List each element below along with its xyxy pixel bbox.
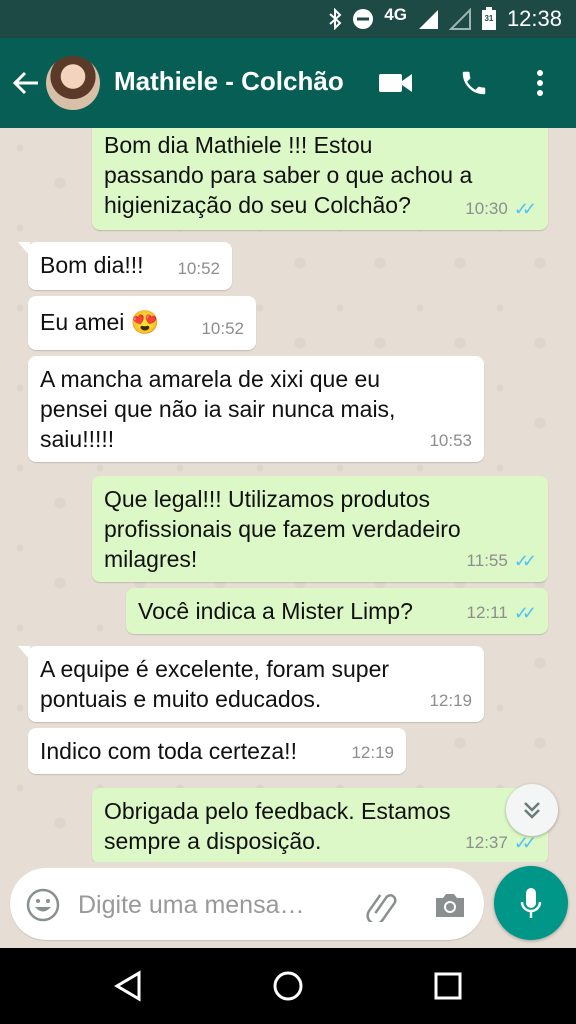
message-time: 12:19	[351, 743, 394, 762]
double-check-icon: ✓✓	[513, 199, 537, 219]
message-time: 10:30	[465, 199, 508, 218]
more-vert-icon	[537, 70, 543, 96]
nav-back-icon	[114, 970, 141, 1002]
status-icons: 4G 31 12:38	[328, 0, 562, 38]
message-bubble-outgoing[interactable]: Obrigada pelo feedback. Estamos sempre a…	[92, 788, 548, 862]
chevron-double-down-icon	[524, 802, 540, 819]
scroll-to-bottom-button[interactable]	[506, 784, 558, 836]
bubble-tail	[18, 646, 30, 660]
do-not-disturb-icon	[352, 8, 374, 30]
message-meta: 10:52	[201, 314, 244, 344]
camera-button[interactable]	[430, 886, 470, 924]
clock: 12:38	[506, 6, 562, 31]
status-bar: 4G 31 12:38	[0, 0, 576, 38]
microphone-icon	[520, 888, 542, 918]
contact-name[interactable]: Mathiele - Colchão	[114, 66, 344, 97]
attach-button[interactable]	[362, 886, 400, 924]
message-time: 12:37	[465, 833, 508, 852]
message-input-box	[10, 868, 484, 940]
nav-recents-icon	[434, 972, 462, 1000]
message-meta: 10:52	[177, 254, 220, 284]
message-input[interactable]	[76, 884, 350, 926]
avatar[interactable]	[46, 56, 100, 110]
message-bubble-incoming[interactable]: A equipe é excelente, foram super pontua…	[18, 646, 484, 722]
signal-empty-icon	[448, 8, 471, 30]
message-time: 12:11	[466, 603, 508, 622]
message-time: 10:52	[201, 319, 244, 338]
bluetooth-icon	[328, 8, 342, 30]
message-bubble-outgoing[interactable]: Você indica a Mister Limp? 12:11 ✓✓	[126, 588, 548, 634]
message-time: 10:52	[177, 259, 220, 278]
message-time: 11:55	[466, 551, 508, 570]
double-check-icon: ✓✓	[513, 551, 537, 571]
message-meta: 12:19	[429, 686, 472, 716]
battery-icon: 31	[481, 7, 497, 31]
bubble-tail	[18, 242, 30, 256]
camera-icon	[436, 894, 464, 917]
message-text: A equipe é excelente, foram super pontua…	[40, 656, 390, 712]
message-meta: 10:30 ✓✓	[465, 194, 537, 224]
double-check-icon: ✓✓	[513, 603, 537, 623]
chat-header: Mathiele - Colchão	[0, 38, 576, 128]
composer	[0, 862, 576, 948]
message-bubble-incoming[interactable]: Indico com toda certeza!! 12:19	[28, 728, 406, 774]
message-bubble-outgoing[interactable]: Que legal!!! Utilizamos produtos profiss…	[92, 476, 548, 582]
system-navigation-bar	[0, 948, 576, 1024]
paperclip-icon	[366, 894, 397, 922]
message-list[interactable]: Bom dia Mathiele !!! Estou passando para…	[0, 128, 576, 862]
signal-icon	[417, 8, 439, 30]
message-meta: 12:19	[351, 738, 394, 768]
more-options-button[interactable]	[516, 58, 564, 108]
message-bubble-incoming[interactable]: A mancha amarela de xixi que eu pensei q…	[28, 356, 484, 462]
back-button[interactable]	[8, 60, 44, 106]
back-arrow-icon	[12, 71, 38, 95]
message-bubble-incoming[interactable]: Bom dia!!! 10:52	[18, 242, 232, 290]
message-text: A mancha amarela de xixi que eu pensei q…	[40, 366, 396, 452]
voice-call-button[interactable]	[450, 58, 498, 108]
nav-home-icon	[273, 971, 303, 1001]
message-bubble-incoming[interactable]: Eu amei 😍 10:52	[28, 296, 256, 350]
video-call-icon	[379, 74, 412, 92]
message-text: Indico com toda certeza!!	[40, 738, 297, 764]
nav-back-button[interactable]	[106, 966, 150, 1006]
message-time: 12:19	[429, 691, 472, 710]
message-meta: 10:53	[429, 426, 472, 456]
message-bubble-outgoing[interactable]: Bom dia Mathiele !!! Estou passando para…	[92, 128, 548, 230]
emoji-icon[interactable]	[26, 888, 60, 922]
video-call-button[interactable]	[372, 58, 420, 108]
nav-home-button[interactable]	[266, 966, 310, 1006]
phone-icon	[462, 71, 486, 95]
voice-record-button[interactable]	[494, 866, 568, 940]
calendar-day: 31	[484, 14, 494, 23]
nav-recents-button[interactable]	[426, 966, 470, 1006]
message-time: 10:53	[429, 431, 472, 450]
message-meta: 11:55 ✓✓	[466, 546, 538, 576]
network-type: 4G	[384, 5, 407, 24]
message-meta: 12:11 ✓✓	[466, 598, 538, 628]
